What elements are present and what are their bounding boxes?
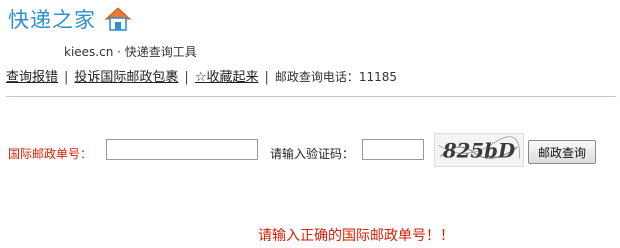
captcha-label: 请输入验证码：: [270, 147, 355, 161]
postal-number-input[interactable]: [106, 139, 258, 160]
captcha-text: 825bD: [442, 139, 515, 163]
site-logo[interactable]: 快递之家 kiees.cn · 快递查询工具: [8, 4, 208, 60]
postal-hotline: 邮政查询电话：11185: [274, 70, 398, 84]
complaint-link[interactable]: 投诉国际邮政包裹: [74, 70, 178, 85]
report-error-link[interactable]: 查询报错: [6, 70, 58, 85]
bookmark-link[interactable]: ☆收藏起来: [195, 70, 259, 85]
nav-separator: |: [264, 70, 269, 85]
house-icon: [104, 7, 132, 31]
captcha-image[interactable]: 825bD: [434, 133, 524, 167]
nav-separator: |: [184, 70, 189, 85]
captcha-input[interactable]: [362, 139, 424, 160]
header-divider: [6, 96, 616, 97]
top-nav: 查询报错 | 投诉国际邮政包裹 | ☆收藏起来 | 邮政查询电话：11185: [6, 66, 397, 85]
logo-title: 快递之家: [8, 8, 96, 32]
postal-number-label: 国际邮政单号：: [8, 147, 93, 161]
postal-query-button[interactable]: 邮政查询: [528, 140, 596, 164]
nav-separator: |: [64, 70, 69, 85]
query-form: 国际邮政单号： 请输入验证码： 825bD 邮政查询: [8, 133, 612, 173]
error-message: 请输入正确的国际邮政单号！！: [258, 228, 454, 244]
logo-subtitle: kiees.cn · 快递查询工具: [64, 45, 197, 59]
